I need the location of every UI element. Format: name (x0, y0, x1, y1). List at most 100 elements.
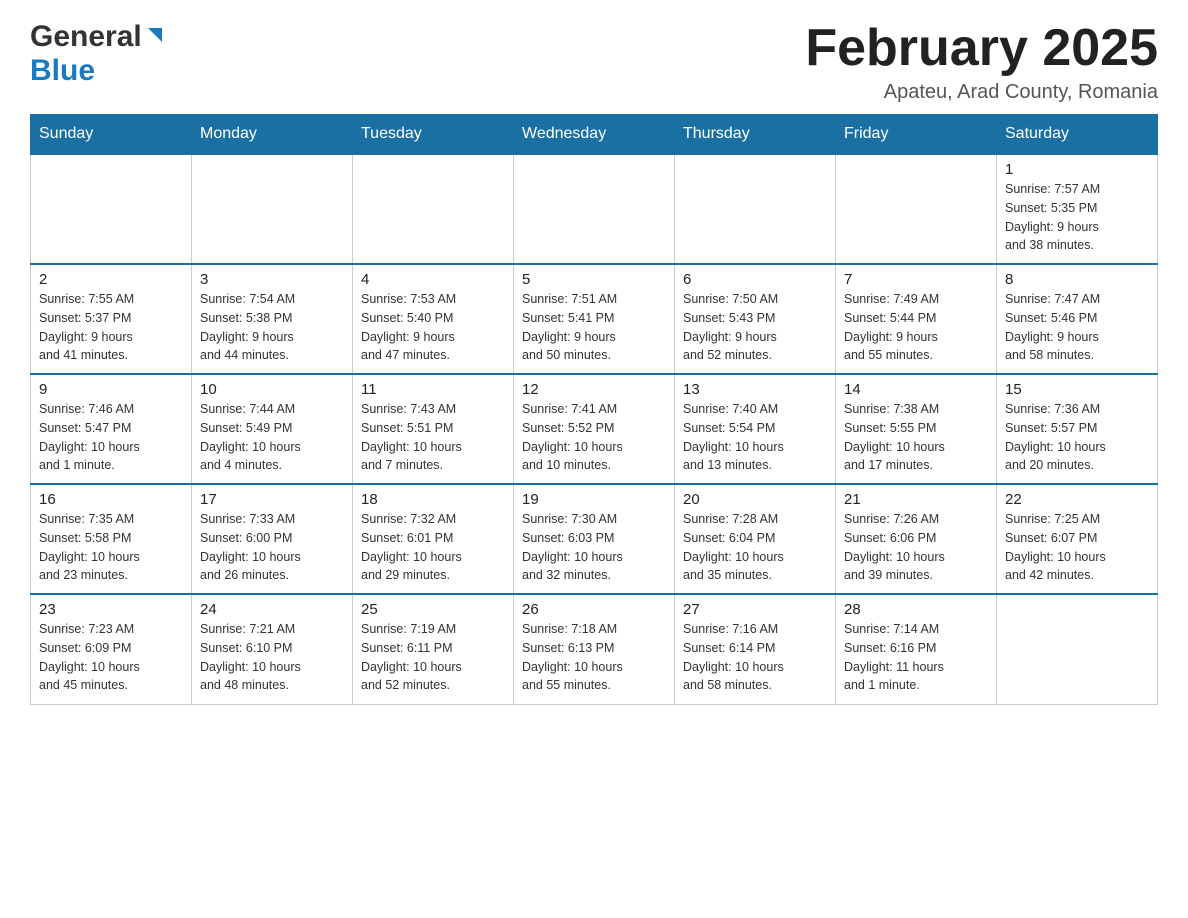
day-info: Sunrise: 7:38 AMSunset: 5:55 PMDaylight:… (844, 400, 988, 475)
day-info: Sunrise: 7:41 AMSunset: 5:52 PMDaylight:… (522, 400, 666, 475)
day-info: Sunrise: 7:55 AMSunset: 5:37 PMDaylight:… (39, 290, 183, 365)
day-info: Sunrise: 7:23 AMSunset: 6:09 PMDaylight:… (39, 620, 183, 695)
calendar-day-cell: 12 Sunrise: 7:41 AMSunset: 5:52 PMDayligh… (514, 374, 675, 484)
calendar-week-row: 23 Sunrise: 7:23 AMSunset: 6:09 PMDayligh… (31, 594, 1158, 704)
calendar-day-cell: 16 Sunrise: 7:35 AMSunset: 5:58 PMDayligh… (31, 484, 192, 594)
day-number: 24 (200, 601, 344, 618)
day-number: 12 (522, 381, 666, 398)
calendar-day-cell: 7Sunrise: 7:49 AMSunset: 5:44 PMDaylight… (836, 264, 997, 374)
day-info: Sunrise: 7:36 AMSunset: 5:57 PMDaylight:… (1005, 400, 1149, 475)
logo-arrow-icon (144, 24, 166, 51)
day-number: 20 (683, 491, 827, 508)
calendar-day-cell: 23 Sunrise: 7:23 AMSunset: 6:09 PMDayligh… (31, 594, 192, 704)
day-number: 13 (683, 381, 827, 398)
calendar-day-cell: 26 Sunrise: 7:18 AMSunset: 6:13 PMDayligh… (514, 594, 675, 704)
day-info: Sunrise: 7:26 AMSunset: 6:06 PMDaylight:… (844, 510, 988, 585)
calendar-day-cell: 22 Sunrise: 7:25 AMSunset: 6:07 PMDayligh… (997, 484, 1158, 594)
calendar-day-cell: 11 Sunrise: 7:43 AMSunset: 5:51 PMDayligh… (353, 374, 514, 484)
calendar-day-cell: 2 Sunrise: 7:55 AMSunset: 5:37 PMDaylight… (31, 264, 192, 374)
calendar-day-cell: 28 Sunrise: 7:14 AMSunset: 6:16 PMDayligh… (836, 594, 997, 704)
day-number: 7 (844, 271, 988, 288)
day-number: 23 (39, 601, 183, 618)
calendar-day-header: Thursday (675, 115, 836, 155)
day-number: 21 (844, 491, 988, 508)
calendar-day-cell: 9 Sunrise: 7:46 AMSunset: 5:47 PMDaylight… (31, 374, 192, 484)
day-info: Sunrise: 7:44 AMSunset: 5:49 PMDaylight:… (200, 400, 344, 475)
day-info: Sunrise: 7:46 AMSunset: 5:47 PMDaylight:… (39, 400, 183, 475)
day-info: Sunrise: 7:18 AMSunset: 6:13 PMDaylight:… (522, 620, 666, 695)
day-number: 16 (39, 491, 183, 508)
calendar-day-header: Sunday (31, 115, 192, 155)
day-number: 2 (39, 271, 183, 288)
day-info: Sunrise: 7:47 AMSunset: 5:46 PMDaylight:… (1005, 290, 1149, 365)
day-number: 11 (361, 381, 505, 398)
calendar-day-cell: 21 Sunrise: 7:26 AMSunset: 6:06 PMDayligh… (836, 484, 997, 594)
day-info: Sunrise: 7:21 AMSunset: 6:10 PMDaylight:… (200, 620, 344, 695)
calendar-day-cell: 24 Sunrise: 7:21 AMSunset: 6:10 PMDayligh… (192, 594, 353, 704)
location-text: Apateu, Arad County, Romania (805, 81, 1158, 104)
day-number: 10 (200, 381, 344, 398)
calendar-week-row: 16 Sunrise: 7:35 AMSunset: 5:58 PMDayligh… (31, 484, 1158, 594)
day-info: Sunrise: 7:32 AMSunset: 6:01 PMDaylight:… (361, 510, 505, 585)
calendar-day-cell (31, 154, 192, 264)
calendar-day-cell: 20 Sunrise: 7:28 AMSunset: 6:04 PMDayligh… (675, 484, 836, 594)
day-info: Sunrise: 7:14 AMSunset: 6:16 PMDaylight:… (844, 620, 988, 695)
day-info: Sunrise: 7:16 AMSunset: 6:14 PMDaylight:… (683, 620, 827, 695)
logo-blue-text: Blue (30, 54, 95, 87)
calendar-day-cell: 10 Sunrise: 7:44 AMSunset: 5:49 PMDayligh… (192, 374, 353, 484)
title-section: February 2025 Apateu, Arad County, Roman… (805, 20, 1158, 104)
day-info: Sunrise: 7:43 AMSunset: 5:51 PMDaylight:… (361, 400, 505, 475)
calendar-day-cell: 18Sunrise: 7:32 AMSunset: 6:01 PMDayligh… (353, 484, 514, 594)
calendar-week-row: 9 Sunrise: 7:46 AMSunset: 5:47 PMDaylight… (31, 374, 1158, 484)
day-number: 26 (522, 601, 666, 618)
day-info: Sunrise: 7:54 AMSunset: 5:38 PMDaylight:… (200, 290, 344, 365)
calendar-day-header: Friday (836, 115, 997, 155)
calendar-day-cell (192, 154, 353, 264)
day-info: Sunrise: 7:35 AMSunset: 5:58 PMDaylight:… (39, 510, 183, 585)
day-info: Sunrise: 7:30 AMSunset: 6:03 PMDaylight:… (522, 510, 666, 585)
calendar-day-header: Saturday (997, 115, 1158, 155)
day-info: Sunrise: 7:53 AMSunset: 5:40 PMDaylight:… (361, 290, 505, 365)
calendar-day-cell: 8Sunrise: 7:47 AMSunset: 5:46 PMDaylight… (997, 264, 1158, 374)
calendar-day-header: Tuesday (353, 115, 514, 155)
calendar-week-row: 2 Sunrise: 7:55 AMSunset: 5:37 PMDaylight… (31, 264, 1158, 374)
calendar-day-cell: 1 Sunrise: 7:57 AMSunset: 5:35 PMDaylight… (997, 154, 1158, 264)
day-number: 1 (1005, 161, 1149, 178)
day-info: Sunrise: 7:28 AMSunset: 6:04 PMDaylight:… (683, 510, 827, 585)
day-number: 5 (522, 271, 666, 288)
calendar-day-cell (675, 154, 836, 264)
day-number: 3 (200, 271, 344, 288)
logo-general-text: General (30, 20, 142, 54)
day-number: 9 (39, 381, 183, 398)
calendar-header-row: SundayMondayTuesdayWednesdayThursdayFrid… (31, 115, 1158, 155)
day-number: 4 (361, 271, 505, 288)
day-info: Sunrise: 7:40 AMSunset: 5:54 PMDaylight:… (683, 400, 827, 475)
calendar-day-cell (997, 594, 1158, 704)
calendar-day-cell: 13 Sunrise: 7:40 AMSunset: 5:54 PMDayligh… (675, 374, 836, 484)
calendar-day-cell: 6 Sunrise: 7:50 AMSunset: 5:43 PMDaylight… (675, 264, 836, 374)
day-number: 6 (683, 271, 827, 288)
day-number: 17 (200, 491, 344, 508)
calendar-day-cell: 4 Sunrise: 7:53 AMSunset: 5:40 PMDaylight… (353, 264, 514, 374)
calendar-day-cell: 5Sunrise: 7:51 AMSunset: 5:41 PMDaylight… (514, 264, 675, 374)
calendar-table: SundayMondayTuesdayWednesdayThursdayFrid… (30, 114, 1158, 705)
day-number: 14 (844, 381, 988, 398)
day-number: 27 (683, 601, 827, 618)
day-number: 28 (844, 601, 988, 618)
day-number: 19 (522, 491, 666, 508)
month-title: February 2025 (805, 20, 1158, 77)
calendar-week-row: 1 Sunrise: 7:57 AMSunset: 5:35 PMDaylight… (31, 154, 1158, 264)
calendar-day-cell: 14 Sunrise: 7:38 AMSunset: 5:55 PMDayligh… (836, 374, 997, 484)
day-number: 22 (1005, 491, 1149, 508)
calendar-day-cell: 25Sunrise: 7:19 AMSunset: 6:11 PMDayligh… (353, 594, 514, 704)
day-number: 15 (1005, 381, 1149, 398)
day-info: Sunrise: 7:50 AMSunset: 5:43 PMDaylight:… (683, 290, 827, 365)
calendar-day-header: Monday (192, 115, 353, 155)
calendar-day-cell (836, 154, 997, 264)
day-info: Sunrise: 7:33 AMSunset: 6:00 PMDaylight:… (200, 510, 344, 585)
day-info: Sunrise: 7:19 AMSunset: 6:11 PMDaylight:… (361, 620, 505, 695)
calendar-day-cell (514, 154, 675, 264)
day-info: Sunrise: 7:57 AMSunset: 5:35 PMDaylight:… (1005, 180, 1149, 255)
day-info: Sunrise: 7:25 AMSunset: 6:07 PMDaylight:… (1005, 510, 1149, 585)
calendar-day-header: Wednesday (514, 115, 675, 155)
